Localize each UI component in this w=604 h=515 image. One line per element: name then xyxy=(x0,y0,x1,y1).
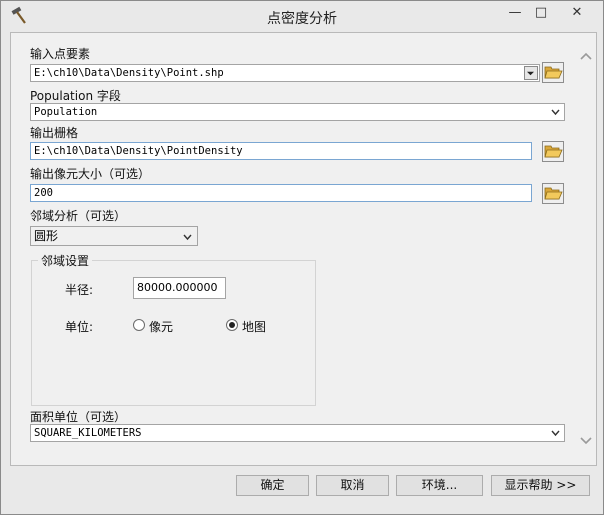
radius-input[interactable]: 80000.000000 xyxy=(133,277,226,299)
input-points-value: E:\ch10\Data\Density\Point.shp xyxy=(34,67,224,79)
cell-size-label: 输出像元大小（可选） xyxy=(30,167,151,181)
radius-label: 半径: xyxy=(65,283,94,297)
chevron-down-icon xyxy=(551,430,560,437)
environments-button[interactable]: 环境... xyxy=(396,475,483,496)
chevron-down-icon xyxy=(527,71,534,76)
form-panel: 输入点要素 E:\ch10\Data\Density\Point.shp Pop… xyxy=(10,32,597,466)
units-label: 单位: xyxy=(65,320,94,334)
area-units-select[interactable]: SQUARE_KILOMETERS xyxy=(30,424,565,442)
show-help-button[interactable]: 显示帮助 >> xyxy=(491,475,590,496)
title-bar[interactable]: 点密度分析 — □ ✕ xyxy=(1,1,603,31)
cancel-button[interactable]: 取消 xyxy=(316,475,389,496)
input-points-dropdown-button[interactable] xyxy=(524,66,538,80)
population-field-select[interactable]: Population xyxy=(30,103,565,121)
neighborhood-value: 圆形 xyxy=(34,229,59,243)
chevron-down-icon xyxy=(551,109,560,116)
output-raster-label: 输出栅格 xyxy=(30,126,79,140)
scroll-up-icon[interactable] xyxy=(579,50,593,62)
folder-open-icon xyxy=(544,66,563,79)
chevron-down-icon xyxy=(183,234,192,241)
dialog-window: 点密度分析 — □ ✕ 输入点要素 E:\ch10\Data\Density\P… xyxy=(0,0,604,515)
input-points-combo[interactable]: E:\ch10\Data\Density\Point.shp xyxy=(30,64,540,82)
cell-size-input[interactable]: 200 xyxy=(30,184,532,202)
population-field-value: Population xyxy=(34,106,98,118)
unit-map-radio[interactable] xyxy=(226,319,238,331)
output-raster-input[interactable]: E:\ch10\Data\Density\PointDensity xyxy=(30,142,532,160)
input-points-label: 输入点要素 xyxy=(30,47,91,61)
neighborhood-select[interactable]: 圆形 xyxy=(30,226,198,246)
cell-size-browse-button[interactable] xyxy=(542,183,564,204)
maximize-button[interactable]: □ xyxy=(527,3,555,23)
unit-cell-label: 像元 xyxy=(149,320,174,334)
unit-map-label: 地图 xyxy=(242,320,267,334)
area-units-value: SQUARE_KILOMETERS xyxy=(34,427,142,439)
output-raster-browse-button[interactable] xyxy=(542,141,564,162)
ok-button[interactable]: 确定 xyxy=(236,475,309,496)
unit-cell-radio[interactable] xyxy=(133,319,145,331)
area-units-label: 面积单位（可选） xyxy=(30,410,127,424)
population-field-label: Population 字段 xyxy=(30,89,121,103)
radio-selected-dot xyxy=(229,322,235,328)
folder-open-icon xyxy=(544,145,563,158)
folder-open-icon xyxy=(544,187,563,200)
neighborhood-label: 邻域分析（可选） xyxy=(30,209,127,223)
close-button[interactable]: ✕ xyxy=(561,3,593,23)
scroll-down-icon[interactable] xyxy=(579,435,593,447)
neighborhood-settings-title: 邻域设置 xyxy=(38,252,93,269)
input-points-browse-button[interactable] xyxy=(542,62,564,83)
minimize-button[interactable]: — xyxy=(501,3,529,23)
